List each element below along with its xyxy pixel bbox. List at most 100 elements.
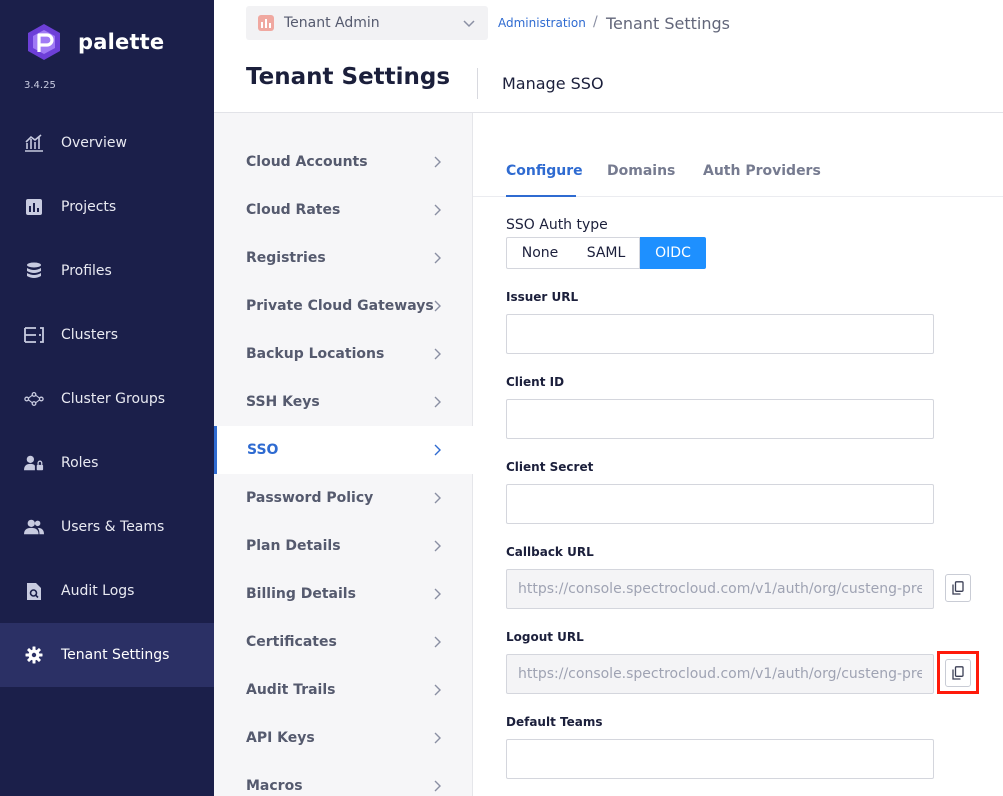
menu-item-label: Backup Locations bbox=[246, 346, 385, 362]
network-icon bbox=[24, 389, 44, 409]
tab-configure[interactable]: Configure bbox=[506, 163, 583, 179]
issuer-url-label: Issuer URL bbox=[506, 290, 579, 304]
nav-item-cluster-groups[interactable]: Cluster Groups bbox=[0, 367, 214, 431]
palette-logo-icon bbox=[28, 24, 60, 60]
auth-type-oidc-option[interactable]: OIDC bbox=[640, 237, 706, 269]
active-tab-indicator bbox=[506, 195, 576, 197]
callback-url-label: Callback URL bbox=[506, 545, 594, 559]
menu-item-label: Private Cloud Gateways bbox=[246, 298, 434, 314]
issuer-url-input[interactable] bbox=[506, 314, 934, 354]
user-lock-icon bbox=[24, 453, 44, 473]
tab-domains[interactable]: Domains bbox=[607, 163, 675, 179]
menu-item-label: Plan Details bbox=[246, 538, 341, 554]
copy-icon bbox=[952, 581, 964, 595]
chevron-right-icon bbox=[434, 252, 441, 264]
nav-label: Audit Logs bbox=[61, 583, 135, 599]
file-search-icon bbox=[24, 581, 44, 601]
menu-item-label: SSH Keys bbox=[246, 394, 320, 410]
menu-item-private-cloud-gateways[interactable]: Private Cloud Gateways bbox=[214, 282, 473, 330]
default-teams-input[interactable] bbox=[506, 739, 934, 779]
menu-item-password-policy[interactable]: Password Policy bbox=[214, 474, 473, 522]
tab-auth-providers[interactable]: Auth Providers bbox=[703, 163, 821, 179]
client-secret-label: Client Secret bbox=[506, 460, 594, 474]
title-divider bbox=[477, 68, 478, 99]
menu-item-label: Cloud Rates bbox=[246, 202, 341, 218]
breadcrumb-separator: / bbox=[593, 14, 598, 30]
brand-logo[interactable]: palette bbox=[24, 22, 164, 62]
chevron-right-icon bbox=[434, 156, 441, 168]
server-icon bbox=[24, 325, 44, 345]
menu-item-api-keys[interactable]: API Keys bbox=[214, 714, 473, 762]
highlight-box bbox=[937, 651, 979, 694]
bar-chart-icon bbox=[24, 197, 44, 217]
gear-icon bbox=[24, 645, 44, 665]
menu-item-label: Billing Details bbox=[246, 586, 356, 602]
breadcrumb-administration[interactable]: Administration bbox=[498, 16, 586, 30]
menu-item-plan-details[interactable]: Plan Details bbox=[214, 522, 473, 570]
auth-type-saml-option[interactable]: SAML bbox=[573, 237, 640, 269]
menu-item-label: Password Policy bbox=[246, 490, 374, 506]
nav-item-tenant-settings[interactable]: Tenant Settings bbox=[0, 623, 214, 687]
sso-auth-type-label: SSO Auth type bbox=[506, 217, 608, 233]
chevron-right-icon bbox=[434, 492, 441, 504]
menu-item-cloud-accounts[interactable]: Cloud Accounts bbox=[214, 138, 473, 186]
nav-label: Roles bbox=[61, 455, 99, 471]
breadcrumb-current: Tenant Settings bbox=[606, 14, 730, 33]
nav-label: Profiles bbox=[61, 263, 112, 279]
chevron-right-icon bbox=[434, 300, 441, 312]
chevron-right-icon bbox=[434, 540, 441, 552]
chevron-right-icon bbox=[434, 348, 441, 360]
brand-name: palette bbox=[78, 30, 165, 54]
menu-item-label: SSO bbox=[247, 442, 279, 458]
menu-item-label: Cloud Accounts bbox=[246, 154, 368, 170]
menu-item-backup-locations[interactable]: Backup Locations bbox=[214, 330, 473, 378]
menu-item-audit-trails[interactable]: Audit Trails bbox=[214, 666, 473, 714]
nav-item-audit-logs[interactable]: Audit Logs bbox=[0, 559, 214, 623]
auth-type-none-option[interactable]: None bbox=[506, 237, 574, 269]
nav-item-users-teams[interactable]: Users & Teams bbox=[0, 495, 214, 559]
copy-callback-url-button[interactable] bbox=[945, 574, 971, 602]
nav-label: Clusters bbox=[61, 327, 118, 343]
chevron-right-icon bbox=[434, 636, 441, 648]
menu-item-macros[interactable]: Macros bbox=[214, 762, 473, 796]
nav-item-roles[interactable]: Roles bbox=[0, 431, 214, 495]
nav-item-profiles[interactable]: Profiles bbox=[0, 239, 214, 303]
nav-label: Tenant Settings bbox=[61, 647, 170, 663]
main-nav: palette 3.4.25 Overview Projects Profile… bbox=[0, 0, 214, 796]
nav-label: Overview bbox=[61, 135, 127, 151]
chevron-right-icon bbox=[434, 204, 441, 216]
menu-item-ssh-keys[interactable]: SSH Keys bbox=[214, 378, 473, 426]
nav-item-overview[interactable]: Overview bbox=[0, 111, 214, 175]
menu-item-label: Registries bbox=[246, 250, 326, 266]
chart-icon bbox=[24, 133, 44, 153]
menu-item-label: API Keys bbox=[246, 730, 315, 746]
menu-item-cloud-rates[interactable]: Cloud Rates bbox=[214, 186, 473, 234]
menu-item-registries[interactable]: Registries bbox=[214, 234, 473, 282]
nav-label: Users & Teams bbox=[61, 519, 165, 535]
users-icon bbox=[24, 517, 44, 537]
tenant-label: Tenant Admin bbox=[284, 15, 380, 31]
chevron-right-icon bbox=[434, 732, 441, 744]
chevron-right-icon bbox=[434, 588, 441, 600]
tenant-scope-select[interactable]: Tenant Admin bbox=[246, 6, 488, 40]
menu-item-sso[interactable]: SSO bbox=[214, 426, 473, 474]
callback-url-input bbox=[506, 569, 934, 609]
chevron-right-icon bbox=[434, 684, 441, 696]
chevron-down-icon bbox=[463, 20, 475, 28]
nav-item-clusters[interactable]: Clusters bbox=[0, 303, 214, 367]
client-id-input[interactable] bbox=[506, 399, 934, 439]
menu-item-label: Macros bbox=[246, 778, 303, 794]
menu-item-billing-details[interactable]: Billing Details bbox=[214, 570, 473, 618]
logout-url-label: Logout URL bbox=[506, 630, 584, 644]
database-icon bbox=[24, 261, 44, 281]
chevron-right-icon bbox=[434, 780, 441, 792]
menu-item-label: Audit Trails bbox=[246, 682, 336, 698]
menu-item-certificates[interactable]: Certificates bbox=[214, 618, 473, 666]
nav-label: Projects bbox=[61, 199, 117, 215]
page-subtitle: Manage SSO bbox=[502, 74, 604, 93]
default-teams-label: Default Teams bbox=[506, 715, 603, 729]
menu-item-label: Certificates bbox=[246, 634, 337, 650]
page-title: Tenant Settings bbox=[246, 64, 451, 90]
client-secret-input[interactable] bbox=[506, 484, 934, 524]
nav-item-projects[interactable]: Projects bbox=[0, 175, 214, 239]
